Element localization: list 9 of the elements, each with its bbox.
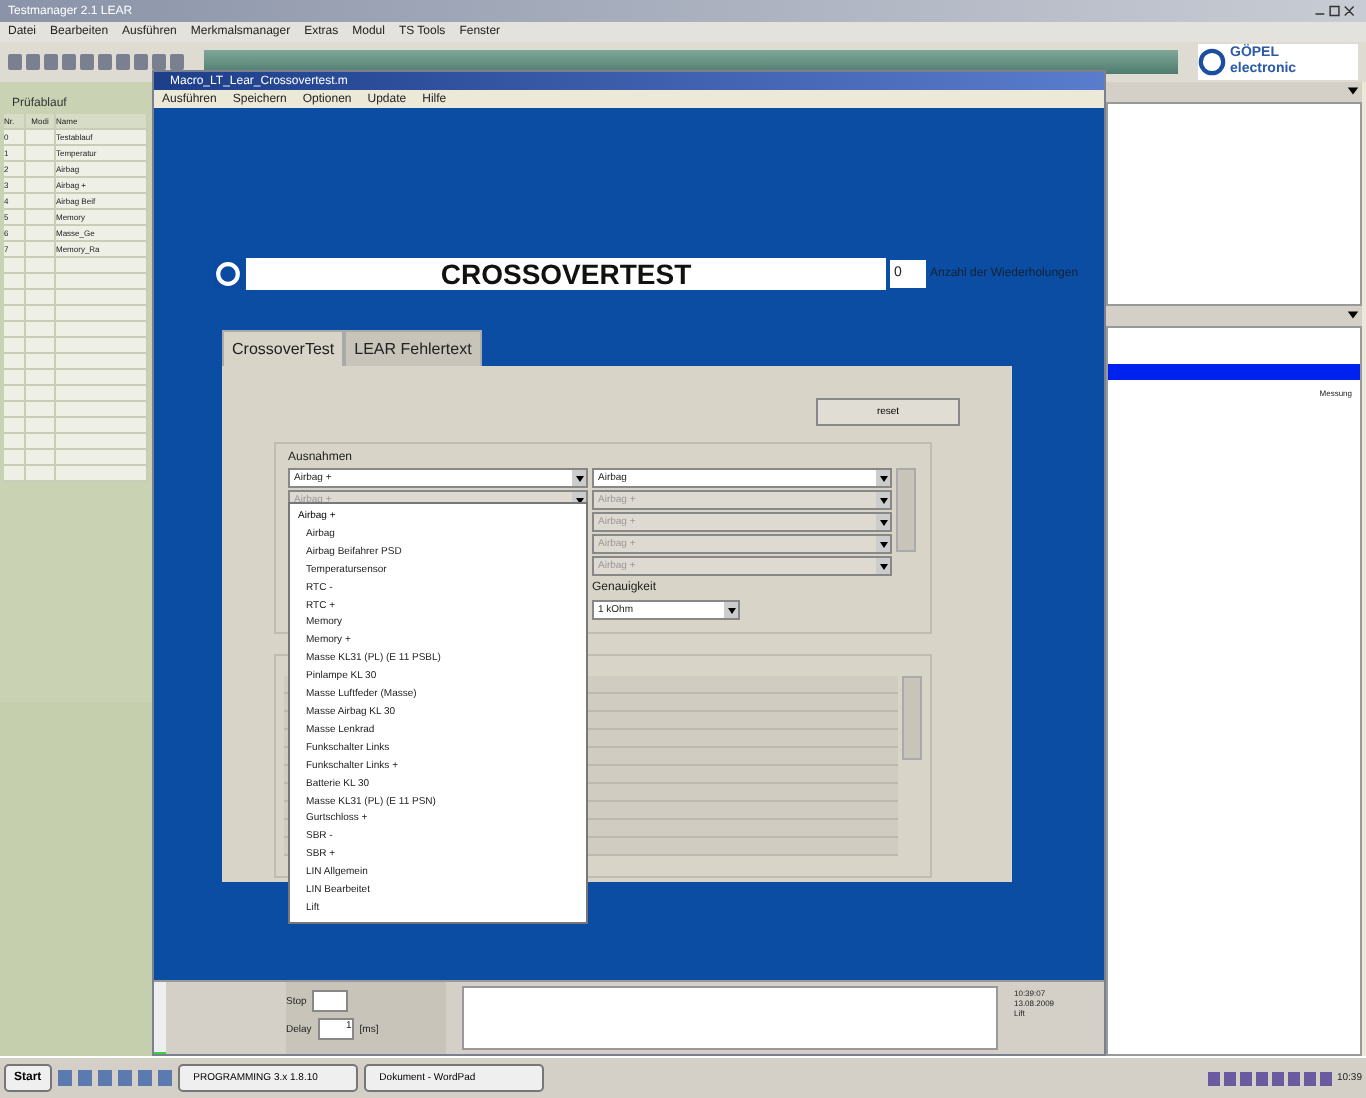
logo-icon <box>1198 48 1226 76</box>
scrollbar[interactable] <box>896 468 916 552</box>
test-name-field: CROSSOVERTEST <box>246 258 886 290</box>
window-controls-icon[interactable] <box>1314 4 1358 18</box>
logo-icon <box>214 260 242 288</box>
scrollbar[interactable] <box>902 676 922 760</box>
tab[interactable]: CrossoverTest <box>222 330 345 366</box>
checkbox[interactable] <box>312 990 349 1012</box>
tab[interactable]: LEAR Fehlertext <box>344 330 482 366</box>
